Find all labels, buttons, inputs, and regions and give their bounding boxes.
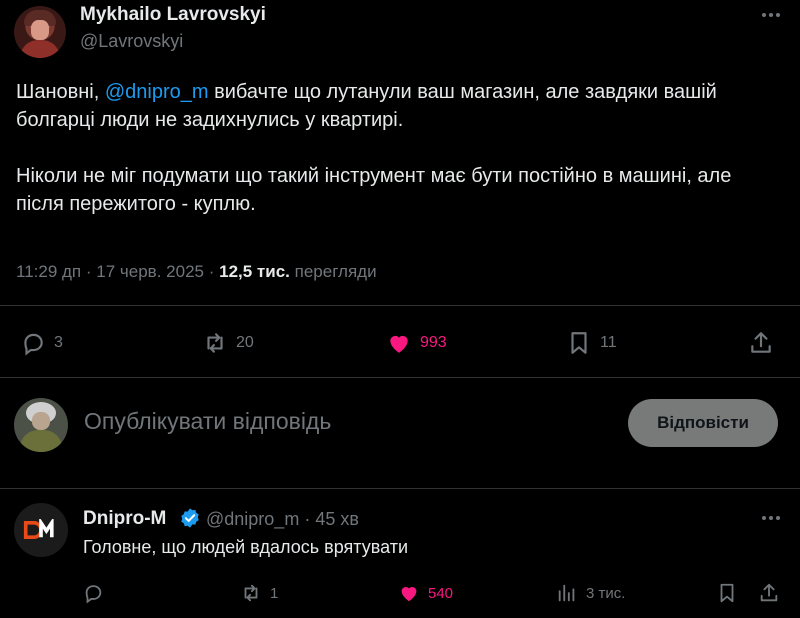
reply-text: Головне, що людей вдалось врятувати (83, 537, 408, 557)
share-icon (760, 583, 778, 602)
like-count: 993 (420, 334, 447, 351)
views-icon (558, 584, 575, 602)
repost-action[interactable]: 20 (202, 330, 254, 356)
share-icon (751, 332, 771, 353)
share-action[interactable] (748, 330, 774, 356)
reply-author-name[interactable]: Dnipro-M (83, 508, 166, 530)
author-avatar[interactable] (14, 6, 66, 58)
reply-share-action[interactable] (758, 582, 780, 604)
reply-count: 3 (54, 334, 63, 351)
reply-views-action[interactable]: 3 тис. (556, 582, 625, 604)
reply-icon (85, 585, 102, 604)
author-name[interactable]: Mykhailo Lavrovskyi (80, 4, 266, 26)
reply-icon (24, 333, 43, 356)
like-action[interactable]: 993 (386, 330, 447, 356)
current-user-avatar[interactable] (14, 398, 68, 452)
reply-input[interactable]: Опублікувати відповідь (84, 408, 331, 435)
bookmark-icon (720, 583, 734, 603)
author-handle[interactable]: @Lavrovskyi (80, 31, 183, 52)
tweet-text: Шановні, @dnipro_m вибачте що лутанули в… (16, 78, 776, 218)
bookmark-icon (571, 332, 587, 354)
like-icon (390, 335, 408, 353)
tweet-text-prefix: Шановні, (16, 81, 105, 103)
reply-reply-action[interactable] (82, 582, 112, 604)
repost-icon (207, 333, 223, 353)
verified-icon (181, 508, 199, 528)
reply-bookmark-action[interactable] (716, 582, 738, 604)
tweet-meta: 11:29 дп · 17 черв. 2025 · 12,5 тис. пер… (16, 262, 377, 282)
reply-repost-action[interactable]: 1 (240, 582, 278, 604)
repost-count: 20 (236, 334, 254, 351)
divider (0, 488, 800, 489)
reply-handle-text[interactable]: @dnipro_m (206, 509, 299, 529)
reply-time[interactable]: 45 хв (315, 509, 359, 529)
reply-views-count: 3 тис. (586, 584, 626, 602)
dnipro-logo-icon (23, 519, 54, 539)
views-count: 12,5 тис. (219, 262, 290, 281)
mention-link[interactable]: @dnipro_m (105, 81, 209, 103)
repost-icon (244, 584, 258, 602)
divider (0, 305, 800, 306)
more-icon[interactable] (756, 4, 786, 26)
divider (0, 377, 800, 378)
tweet-time[interactable]: 11:29 дп (16, 262, 81, 281)
bookmark-action[interactable]: 11 (566, 330, 617, 356)
views-label: перегляди (294, 262, 377, 281)
reply-repost-count: 1 (270, 584, 279, 602)
reply-action[interactable]: 3 (20, 330, 63, 356)
bookmark-count: 11 (600, 334, 617, 351)
reply-separator: · (304, 509, 311, 529)
reply-like-action[interactable]: 540 (398, 582, 453, 604)
tweet-detail: Mykhailo Lavrovskyi @Lavrovskyi Шановні,… (0, 0, 800, 618)
like-icon (401, 587, 417, 602)
reply-author-handle: @dnipro_m · 45 хв (206, 509, 359, 530)
meta-separator: · (208, 262, 215, 281)
more-icon[interactable] (756, 508, 786, 528)
tweet-date[interactable]: 17 черв. 2025 (96, 262, 204, 281)
dnipro-logo-avatar[interactable] (14, 503, 68, 557)
reply-button[interactable]: Відповісти (628, 399, 778, 447)
meta-separator: · (85, 262, 92, 281)
reply-like-count: 540 (428, 584, 454, 602)
tweet-text-paragraph-2: Ніколи не міг подумати що такий інструме… (16, 165, 732, 215)
